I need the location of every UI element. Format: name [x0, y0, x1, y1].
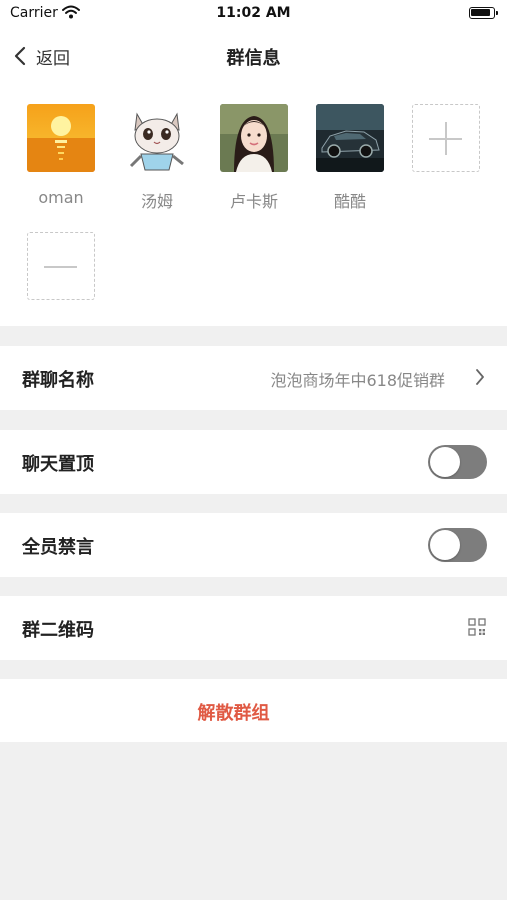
page-title: 群信息: [226, 48, 281, 69]
qr-code-label: 群二维码: [22, 620, 94, 641]
qr-code-row[interactable]: 群二维码: [0, 596, 507, 660]
group-name-value: 泡泡商场年中618促销群: [270, 371, 445, 390]
member-item[interactable]: 卢卡斯: [220, 104, 288, 212]
mute-all-label: 全员禁言: [22, 537, 94, 558]
member-name: oman: [38, 188, 84, 207]
member-item[interactable]: 汤姆: [123, 104, 191, 212]
pin-chat-toggle[interactable]: [428, 445, 487, 479]
sunset-avatar: [27, 104, 95, 172]
cat-avatar: [123, 104, 191, 172]
girl-avatar: [220, 104, 288, 172]
member-name: 酷酷: [333, 192, 366, 211]
car-avatar: [316, 104, 384, 172]
remove-member-button[interactable]: [27, 232, 95, 300]
member-name: 汤姆: [140, 192, 173, 211]
pin-chat-label: 聊天置顶: [22, 454, 94, 475]
member-name: 卢卡斯: [229, 192, 278, 211]
mute-all-row: 全员禁言: [0, 513, 507, 577]
member-item[interactable]: oman: [27, 104, 95, 207]
member-grid: oman 汤姆 卢卡斯 酷酷: [0, 82, 507, 326]
member-item[interactable]: 酷酷: [316, 104, 384, 212]
chevron-right-icon: [475, 368, 485, 390]
add-member-button[interactable]: [412, 104, 480, 172]
status-time: 11:02 AM: [216, 5, 291, 21]
group-name-label: 群聊名称: [22, 370, 94, 391]
disband-group-button[interactable]: 解散群组: [0, 679, 507, 742]
battery-icon: [469, 7, 498, 19]
qr-code-icon: [468, 618, 486, 640]
pin-chat-row: 聊天置顶: [0, 430, 507, 494]
group-name-row[interactable]: 群聊名称 泡泡商场年中618促销群: [0, 346, 507, 410]
status-bar: Carrier 11:02 AM: [0, 0, 507, 30]
navigation-bar: 返回 群信息: [0, 30, 507, 82]
mute-all-toggle[interactable]: [428, 528, 487, 562]
disband-group-label: 解散群组: [197, 703, 270, 724]
